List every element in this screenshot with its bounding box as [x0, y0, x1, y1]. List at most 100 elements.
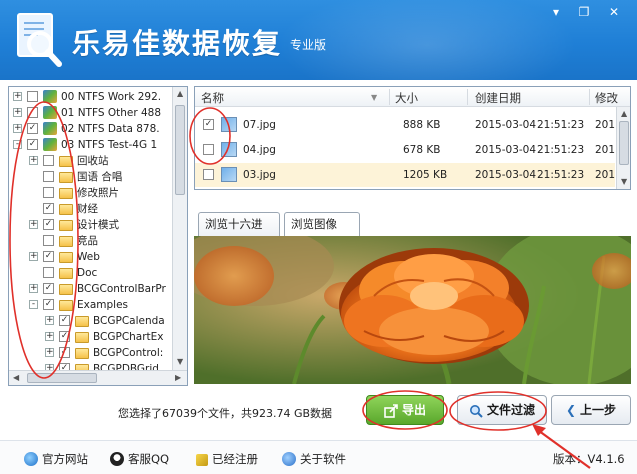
tree-item-checkbox[interactable] [43, 155, 54, 166]
folder-icon [59, 172, 73, 183]
export-icon [384, 403, 398, 418]
collapse-icon[interactable]: - [29, 300, 38, 309]
export-button[interactable]: 导出 [366, 395, 444, 425]
tree-item-checkbox[interactable]: ✓ [43, 251, 54, 262]
tree-scroll-thumb[interactable] [175, 105, 185, 195]
file-filter-button[interactable]: 文件过滤 [457, 395, 547, 425]
title-bar: 乐易佳数据恢复 专业版 ▾ ❐ ✕ [0, 0, 637, 80]
tree-item-checkbox[interactable]: ✓ [59, 347, 70, 358]
expand-icon[interactable]: + [45, 316, 54, 325]
qq-penguin-icon [110, 452, 124, 466]
expand-icon[interactable]: + [29, 284, 38, 293]
file-row-checkbox[interactable]: ✓ [203, 119, 214, 130]
minimize-button[interactable]: ▾ [542, 2, 570, 22]
registered-link[interactable]: 已经注册 [196, 451, 258, 467]
tree-item-checkbox[interactable]: ✓ [27, 123, 38, 134]
tree-item-label: BCGControlBarPr [77, 283, 166, 295]
tree-item-checkbox[interactable]: ✓ [43, 299, 54, 310]
selection-status: 您选择了67039个文件，共923.74 GB数据 [118, 407, 333, 420]
column-size[interactable]: 大小 [395, 90, 418, 106]
file-name: 03.jpg [243, 169, 276, 181]
expand-icon[interactable]: + [13, 92, 22, 101]
app-edition: 专业版 [290, 38, 327, 52]
scroll-up-icon[interactable]: ▲ [177, 89, 183, 98]
tab-image-view[interactable]: 浏览图像 [284, 212, 360, 236]
expand-icon[interactable]: + [45, 348, 54, 357]
folder-icon [59, 300, 73, 311]
expand-icon[interactable]: + [29, 156, 38, 165]
tree-item-checkbox[interactable] [43, 235, 54, 246]
folder-icon [59, 252, 73, 263]
official-site-link[interactable]: 官方网站 [24, 451, 88, 467]
about-link[interactable]: 关于软件 [282, 451, 346, 467]
version-label: 版本： [553, 452, 588, 466]
scroll-right-icon[interactable]: ▶ [175, 373, 181, 382]
registered-label: 已经注册 [212, 452, 258, 466]
tree-item-checkbox[interactable] [27, 107, 38, 118]
file-list-scrollbar[interactable]: ▲ ▼ [616, 107, 630, 189]
file-size: 678 KB [403, 144, 441, 156]
file-row-checkbox[interactable] [203, 169, 214, 180]
previous-step-button-label: 上一步 [580, 403, 617, 417]
file-row[interactable]: 04.jpg 678 KB 2015-03-04 21:51:23 201 [195, 138, 615, 162]
tab-hex-view[interactable]: 浏览十六进制 [198, 212, 280, 253]
export-button-label: 导出 [401, 403, 426, 417]
image-preview [194, 236, 631, 384]
tree-item-checkbox[interactable]: ✓ [43, 283, 54, 294]
scroll-down-icon[interactable]: ▼ [621, 177, 627, 186]
tree-item-label: BCGPCalenda [93, 315, 165, 327]
partition-tree[interactable]: + ✓ BCGPDBGrid + ✓ BCGPControl: + ✓ BCGPChartEx +… [8, 86, 188, 386]
scroll-up-icon[interactable]: ▲ [621, 109, 627, 118]
folder-icon [75, 348, 89, 359]
tree-item-checkbox[interactable] [27, 91, 38, 102]
tree-item-checkbox[interactable]: ✓ [27, 139, 38, 150]
tree-item-checkbox[interactable]: ✓ [43, 203, 54, 214]
tree-item-checkbox[interactable]: ✓ [59, 331, 70, 342]
column-name[interactable]: 名称 [201, 90, 224, 106]
file-row[interactable]: 03.jpg 1205 KB 2015-03-04 21:51:23 201 [195, 163, 615, 187]
file-list[interactable]: 名称 ▼ 大小 创建日期 修改 ▲ ▼ ✓ 07.jpg 888 KB 2015-03… [194, 86, 631, 190]
tree-item-checkbox[interactable]: ✓ [59, 315, 70, 326]
footer: 官方网站 客服QQ 已经注册 关于软件 版本：V4.1.6 [0, 440, 637, 474]
expand-icon[interactable]: + [45, 332, 54, 341]
file-name: 04.jpg [243, 144, 276, 156]
tree-item-label: Examples [77, 299, 129, 311]
tree-hscroll-thumb[interactable] [27, 373, 97, 383]
tree-horizontal-scrollbar[interactable]: ◀ ▶ [9, 370, 187, 385]
search-icon [469, 404, 483, 418]
scroll-down-icon[interactable]: ▼ [177, 357, 183, 366]
collapse-icon[interactable]: - [13, 140, 22, 149]
folder-icon [59, 204, 73, 215]
expand-icon[interactable]: + [13, 124, 22, 133]
tree-item-checkbox[interactable] [43, 187, 54, 198]
restore-button[interactable]: ❐ [570, 2, 598, 22]
file-created-time: 21:51:23 [537, 169, 585, 181]
expand-icon[interactable]: + [13, 108, 22, 117]
tree-item-checkbox[interactable] [43, 171, 54, 182]
column-modified[interactable]: 修改 [595, 90, 618, 106]
folder-icon [59, 188, 73, 199]
tree-item-label: 设计模式 [77, 219, 119, 231]
previous-step-button[interactable]: ❮ 上一步 [551, 395, 631, 425]
file-list-scroll-thumb[interactable] [619, 121, 629, 165]
file-row-checkbox[interactable] [203, 144, 214, 155]
tree-vertical-scrollbar[interactable]: ▲ ▼ [172, 87, 187, 370]
expand-icon[interactable]: + [29, 252, 38, 261]
flower-photo [194, 236, 631, 384]
about-label: 关于软件 [300, 452, 346, 466]
scroll-left-icon[interactable]: ◀ [13, 373, 19, 382]
tree-item-checkbox[interactable]: ✓ [43, 219, 54, 230]
file-row[interactable]: ✓ 07.jpg 888 KB 2015-03-04 21:51:23 201 [195, 113, 615, 137]
file-name: 07.jpg [243, 119, 276, 131]
sort-arrow-icon[interactable]: ▼ [371, 93, 377, 102]
tree-item-label: 03 NTFS Test-4G 1 [61, 139, 158, 151]
tree-item-checkbox[interactable] [43, 267, 54, 278]
service-qq-link[interactable]: 客服QQ [110, 451, 169, 467]
column-created[interactable]: 创建日期 [475, 90, 521, 106]
file-list-header: 名称 ▼ 大小 创建日期 修改 [195, 87, 630, 107]
tree-item-label: 竞品 [77, 235, 98, 247]
drive-icon [43, 90, 57, 103]
key-icon [196, 454, 208, 466]
close-button[interactable]: ✕ [600, 2, 628, 22]
expand-icon[interactable]: + [29, 220, 38, 229]
